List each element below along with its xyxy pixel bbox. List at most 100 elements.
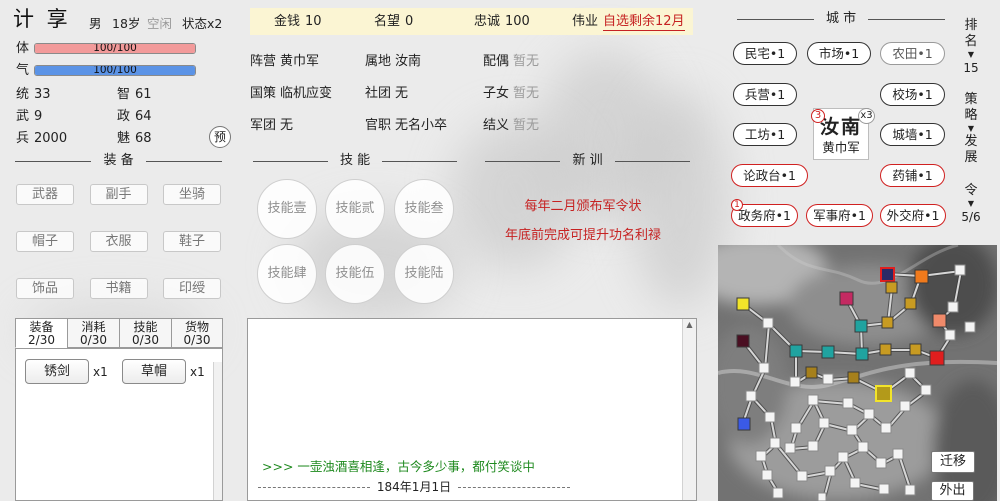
scroll-up-icon[interactable]: ▲ [683,319,696,331]
map-city-marker[interactable] [954,264,966,276]
slot-hat[interactable]: 帽子 [16,231,74,252]
map-city-marker[interactable] [818,417,830,429]
slot-shoes[interactable]: 鞋子 [163,231,221,252]
tab-skills[interactable]: 技能 0/30 [119,318,171,348]
slot-offhand[interactable]: 副手 [89,184,148,205]
preview-button[interactable]: 预 [209,126,231,148]
map-city-marker[interactable] [875,457,887,469]
map-city-marker[interactable] [879,343,892,356]
go-out-button[interactable]: 外出 [931,481,974,501]
map-city-marker[interactable] [875,385,892,402]
map-city-marker[interactable] [822,373,834,385]
slot-mount[interactable]: 坐骑 [163,184,221,205]
skill-slot-4[interactable]: 技能肆 [257,244,317,304]
map-city-marker[interactable] [839,291,854,306]
log-scrollbar[interactable]: ▲ [682,319,696,500]
map-city-marker[interactable] [764,411,776,423]
map-city-marker[interactable] [878,483,890,495]
skill-slot-1[interactable]: 技能壹 [257,179,317,239]
strategy-dropdown[interactable]: 策略 ▼ 发展 [963,92,979,166]
map-city-marker[interactable] [904,297,917,310]
map-city-marker[interactable] [920,384,932,396]
map-city-marker[interactable] [944,329,956,341]
building-workshop[interactable]: 工坊•1 [733,123,797,146]
map-city-marker[interactable] [892,448,904,460]
map-city-marker[interactable] [899,400,911,412]
skill-slot-6[interactable]: 技能陆 [394,244,454,304]
map-city-marker[interactable] [817,492,827,501]
tab-consumables[interactable]: 消耗 0/30 [67,318,119,348]
map-city-marker[interactable] [947,301,959,313]
slot-clothes[interactable]: 衣服 [89,231,148,252]
map-city-marker[interactable] [964,321,976,333]
map-city-marker[interactable] [857,441,869,453]
map-city-marker[interactable] [784,442,796,454]
map-city-marker[interactable] [880,267,895,282]
map-city-marker[interactable] [932,313,947,328]
map-city-marker[interactable] [909,343,922,356]
map-city-marker[interactable] [904,367,916,379]
slot-weapon[interactable]: 武器 [16,184,74,205]
map-city-marker[interactable] [789,344,803,358]
migrate-button[interactable]: 迁移 [931,451,975,473]
map-city-marker[interactable] [807,440,819,452]
building-training-ground[interactable]: 校场•1 [880,83,945,106]
inventory-scrollbar[interactable] [213,362,222,500]
map-city-marker[interactable] [769,437,781,449]
map-city-marker[interactable] [762,317,774,329]
building-debate-platform[interactable]: 论政台•1 [731,164,808,187]
skill-slot-3[interactable]: 技能叁 [394,179,454,239]
building-residence[interactable]: 民宅•1 [733,42,797,65]
map-city-marker[interactable] [761,469,773,481]
map-city-marker[interactable] [790,422,802,434]
map-city-marker[interactable] [772,487,784,499]
map-city-marker[interactable] [881,316,894,329]
map-city-marker[interactable] [758,362,770,374]
map-city-marker[interactable] [837,451,849,463]
skill-slot-5[interactable]: 技能伍 [325,244,385,304]
building-barracks[interactable]: 兵营•1 [733,83,797,106]
great-deeds-selector[interactable]: 自选剩余12月 [603,14,685,31]
slot-seal[interactable]: 印绶 [163,278,221,299]
map-city-marker[interactable] [847,371,860,384]
map-city-marker[interactable] [789,376,801,388]
map-city-marker[interactable] [824,465,836,477]
map-city-marker[interactable] [854,319,868,333]
map-city-marker[interactable] [821,345,835,359]
map-city-marker[interactable] [805,366,818,379]
slot-accessory[interactable]: 饰品 [16,278,74,299]
building-farmland[interactable]: 农田•1 [880,42,945,65]
map-city-marker[interactable] [755,450,767,462]
status-effects-button[interactable]: 状态x2 [182,16,222,31]
map-city-marker[interactable] [904,484,916,496]
map-city-marker[interactable] [736,297,750,311]
inventory-item-straw-hat[interactable]: 草帽 [122,359,186,384]
skill-slot-2[interactable]: 技能贰 [325,179,385,239]
tab-goods[interactable]: 货物 0/30 [171,318,223,348]
building-city-wall[interactable]: 城墙•1 [880,123,945,146]
map-city-marker[interactable] [929,350,945,366]
building-diplomacy-office[interactable]: 外交府•1 [880,204,946,227]
order-dropdown[interactable]: 令 ▼ 5/6 [961,183,980,225]
ranking-dropdown[interactable]: 排名 ▼ 15 [963,18,979,76]
building-pharmacy[interactable]: 药铺•1 [880,164,945,187]
map-city-marker[interactable] [745,390,757,402]
map-city-marker[interactable] [796,470,808,482]
map-city-marker[interactable] [863,408,875,420]
map-city-marker[interactable] [880,422,892,434]
map-city-marker[interactable] [842,397,854,409]
map-city-marker[interactable] [807,394,819,406]
building-market[interactable]: 市场•1 [807,42,871,65]
map-city-marker[interactable] [914,269,929,284]
slot-book[interactable]: 书籍 [89,278,148,299]
map-city-marker[interactable] [737,417,751,431]
building-military-office[interactable]: 军事府•1 [806,204,873,227]
map-city-marker[interactable] [736,334,750,348]
inventory-item-rusty-sword[interactable]: 锈剑 [25,359,89,384]
equipment-divider: 装 备 [15,153,223,169]
map-city-marker[interactable] [849,477,861,489]
map-city-marker[interactable] [846,424,858,436]
tab-equipment[interactable]: 装备 2/30 [15,318,67,348]
map-city-marker[interactable] [885,281,898,294]
map-city-marker[interactable] [855,347,869,361]
